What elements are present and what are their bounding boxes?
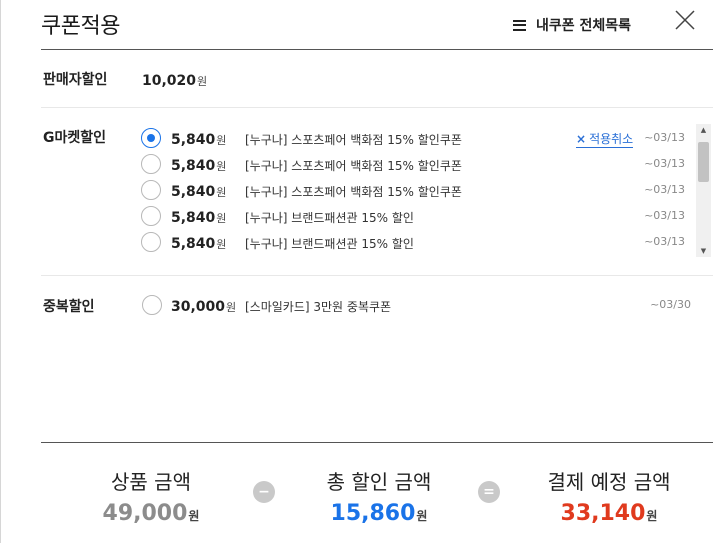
coupon-name: [누구나] 브랜드패션관 15% 할인 <box>245 211 414 225</box>
coupon-radio[interactable] <box>141 232 161 252</box>
close-icon[interactable] <box>673 8 697 32</box>
coupon-row[interactable]: 5,840원 [누구나] 스포츠페어 백화점 15% 할인쿠폰 × 적용취소 ~03/1… <box>141 126 693 150</box>
list-menu-icon <box>513 19 526 31</box>
coupon-radio[interactable] <box>141 154 161 174</box>
currency-unit: 원 <box>188 509 200 523</box>
coupon-amount-value: 30,000 <box>171 299 226 315</box>
coupon-expiry: ~03/13 <box>644 131 685 144</box>
coupon-row[interactable]: 5,840원 [누구나] 스포츠페어 백화점 15% 할인쿠폰 ~03/13 <box>141 178 693 202</box>
seller-discount-value: 10,020 <box>142 73 197 89</box>
divider <box>41 107 713 108</box>
currency-unit: 원 <box>646 509 658 523</box>
coupon-amount-value: 5,840 <box>171 132 216 148</box>
my-coupons-link[interactable]: 내쿠폰 전체목록 <box>513 15 631 35</box>
equals-icon: = <box>478 481 500 503</box>
coupon-amount: 5,840원 <box>171 207 226 226</box>
coupon-row[interactable]: 5,840원 [누구나] 브랜드패션관 15% 할인 ~03/13 <box>141 230 693 254</box>
scrollbar-thumb[interactable] <box>698 142 709 182</box>
coupon-radio[interactable] <box>141 128 161 148</box>
header: 쿠폰적용 내쿠폰 전체목록 <box>41 8 713 50</box>
payment-amount-number: 33,140 <box>560 501 646 526</box>
coupon-amount-value: 5,840 <box>171 158 216 174</box>
coupon-amount: 5,840원 <box>171 233 226 252</box>
product-amount-block: 상품 금액 49,000원 <box>91 466 211 526</box>
coupon-amount: 30,000원 <box>171 296 236 315</box>
coupon-amount-value: 5,840 <box>171 184 216 200</box>
divider <box>41 275 713 276</box>
total-discount-label: 총 할인 금액 <box>326 470 432 494</box>
seller-discount-label: 판매자할인 <box>43 72 108 88</box>
coupon-apply-panel: 쿠폰적용 내쿠폰 전체목록 판매자할인 10,020원 G마켓할인 5,840원… <box>0 0 727 543</box>
scroll-down-icon[interactable]: ▼ <box>696 245 711 257</box>
coupon-amount: 5,840원 <box>171 181 226 200</box>
product-amount-value: 49,000원 <box>91 501 211 526</box>
gmarket-discount-label: G마켓할인 <box>43 130 107 146</box>
cancel-coupon-button[interactable]: × 적용취소 <box>576 130 634 148</box>
coupon-expiry: ~03/13 <box>644 157 685 170</box>
total-discount-value: 15,860원 <box>299 501 459 526</box>
scroll-up-icon[interactable]: ▲ <box>696 124 711 136</box>
summary-divider <box>41 442 713 443</box>
payment-amount-value: 33,140원 <box>519 501 699 526</box>
total-discount-block: 총 할인 금액 15,860원 <box>299 466 459 526</box>
coupon-name: [누구나] 스포츠페어 백화점 15% 할인쿠폰 <box>245 185 462 199</box>
coupon-amount-value: 5,840 <box>171 210 216 226</box>
page-title: 쿠폰적용 <box>41 14 120 39</box>
product-amount-number: 49,000 <box>102 501 188 526</box>
currency-unit: 원 <box>416 509 428 523</box>
currency-unit: 원 <box>216 160 227 173</box>
coupon-amount: 5,840원 <box>171 155 226 174</box>
duplicate-coupon-row[interactable]: 30,000원 [스마일카드] 3만원 중복쿠폰 ~03/30 <box>141 293 701 317</box>
currency-unit: 원 <box>216 238 227 251</box>
coupon-radio[interactable] <box>142 295 162 315</box>
currency-unit: 원 <box>226 301 237 314</box>
close-icon: × <box>576 132 587 146</box>
gmarket-coupon-list[interactable]: 5,840원 [누구나] 스포츠페어 백화점 15% 할인쿠폰 × 적용취소 ~03/1… <box>141 124 712 259</box>
coupon-name: [누구나] 스포츠페어 백화점 15% 할인쿠폰 <box>245 159 462 173</box>
coupon-expiry: ~03/13 <box>644 183 685 196</box>
currency-unit: 원 <box>216 134 227 147</box>
coupon-expiry: ~03/30 <box>650 298 691 311</box>
product-amount-label: 상품 금액 <box>111 470 191 494</box>
coupon-name: [스마일카드] 3만원 중복쿠폰 <box>245 300 392 314</box>
payment-amount-block: 결제 예정 금액 33,140원 <box>519 466 699 526</box>
currency-unit: 원 <box>216 186 227 199</box>
currency-unit: 원 <box>197 75 208 88</box>
cancel-coupon-label: 적용취소 <box>589 132 634 146</box>
coupon-expiry: ~03/13 <box>644 235 685 248</box>
payment-amount-label: 결제 예정 금액 <box>547 470 671 494</box>
minus-icon: − <box>253 481 275 503</box>
seller-discount-amount: 10,020원 <box>142 70 207 89</box>
coupon-expiry: ~03/13 <box>644 209 685 222</box>
coupon-list-scrollbar[interactable]: ▲ ▼ <box>696 124 711 257</box>
duplicate-discount-label: 중복할인 <box>43 299 95 315</box>
total-discount-number: 15,860 <box>330 501 416 526</box>
coupon-amount: 5,840원 <box>171 129 226 148</box>
coupon-name: [누구나] 브랜드패션관 15% 할인 <box>245 237 414 251</box>
coupon-name: [누구나] 스포츠페어 백화점 15% 할인쿠폰 <box>245 133 462 147</box>
coupon-radio[interactable] <box>141 206 161 226</box>
currency-unit: 원 <box>216 212 227 225</box>
coupon-amount-value: 5,840 <box>171 236 216 252</box>
coupon-radio[interactable] <box>141 180 161 200</box>
my-coupons-label: 내쿠폰 전체목록 <box>536 18 632 34</box>
coupon-row[interactable]: 5,840원 [누구나] 스포츠페어 백화점 15% 할인쿠폰 ~03/13 <box>141 152 693 176</box>
coupon-row[interactable]: 5,840원 [누구나] 브랜드패션관 15% 할인 ~03/13 <box>141 204 693 228</box>
